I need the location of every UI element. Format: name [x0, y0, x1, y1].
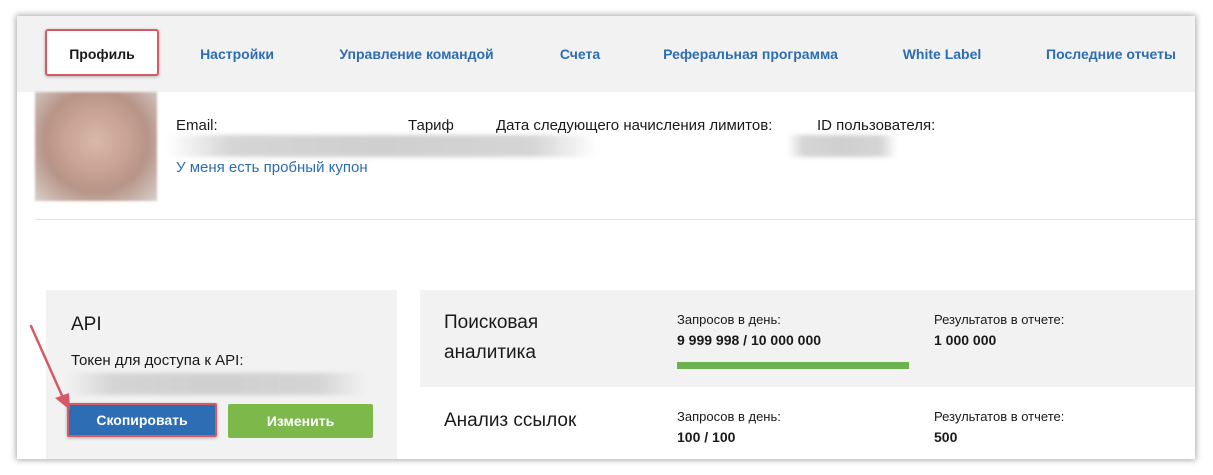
tab-team-management[interactable]: Управление командой: [329, 40, 504, 68]
stat-name: Анализ ссылок: [444, 410, 577, 431]
stat-row-link-analysis: Анализ ссылок Запросов в день: 100 / 100…: [420, 387, 1195, 459]
api-token-label: Токен для доступа к API:: [71, 352, 244, 369]
api-panel: API Токен для доступа к API: Скопировать…: [46, 290, 397, 459]
results-per-report-value: 500: [934, 429, 958, 445]
tab-white-label[interactable]: White Label: [887, 40, 997, 68]
redacted-api-token: [66, 373, 366, 395]
api-title: API: [71, 314, 102, 335]
next-limits-date-label: Дата следующего начисления лимитов:: [496, 117, 773, 134]
avatar: [35, 92, 157, 201]
tab-bar: Профиль Настройки Управление командой Сч…: [17, 16, 1195, 92]
stat-name: Поисковая аналитика: [444, 312, 539, 363]
trial-coupon-link[interactable]: У меня есть пробный купон: [176, 159, 368, 176]
account-page: Профиль Настройки Управление командой Сч…: [17, 16, 1195, 459]
change-token-button[interactable]: Изменить: [228, 404, 373, 438]
copy-token-button[interactable]: Скопировать: [67, 403, 217, 437]
tab-invoices[interactable]: Счета: [545, 40, 615, 68]
requests-progress-fill: [677, 362, 909, 369]
tariff-label: Тариф: [408, 117, 454, 134]
requests-per-day-label: Запросов в день:: [677, 409, 781, 424]
email-label: Email:: [176, 117, 218, 134]
tab-profile[interactable]: Профиль: [45, 29, 159, 76]
requests-per-day-value: 9 999 998 / 10 000 000: [677, 332, 822, 348]
redacted-profile-values: [167, 135, 597, 157]
tab-recent-reports[interactable]: Последние отчеты: [1037, 40, 1185, 68]
requests-per-day-label: Запросов в день:: [677, 312, 781, 327]
results-per-report-value: 1 000 000: [934, 332, 997, 348]
tab-settings[interactable]: Настройки: [187, 40, 287, 68]
divider: [35, 219, 1195, 220]
requests-per-day-value: 100 / 100: [677, 429, 736, 445]
user-id-label: ID пользователя:: [817, 117, 936, 134]
tab-referral-program[interactable]: Реферальная программа: [658, 40, 843, 68]
results-per-report-label: Результатов в отчете:: [934, 312, 1065, 327]
results-per-report-label: Результатов в отчете:: [934, 409, 1065, 424]
stat-row-search-analytics: Поисковая аналитика Запросов в день: 9 9…: [420, 290, 1195, 387]
requests-progress-bar: [677, 362, 909, 369]
redacted-user-id: [787, 135, 897, 157]
